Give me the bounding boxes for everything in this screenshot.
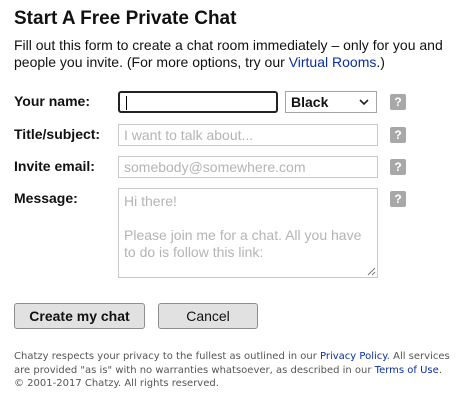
privacy-policy-link[interactable]: Privacy Policy — [320, 351, 387, 362]
resize-grip-icon[interactable] — [366, 266, 376, 276]
intro-paragraph: Fill out this form to create a chat room… — [14, 37, 454, 71]
invite-help-icon[interactable]: ? — [390, 159, 406, 175]
chevron-down-icon — [359, 99, 369, 106]
page-title: Start A Free Private Chat — [14, 8, 237, 29]
invite-label: Invite email: — [14, 158, 95, 174]
intro-end: .) — [376, 54, 385, 70]
terms-of-use-link[interactable]: Terms of Use — [375, 365, 439, 376]
footer-text-1: Chatzy respects your privacy to the full… — [14, 351, 321, 362]
message-help-icon[interactable]: ? — [390, 191, 406, 207]
name-help-icon[interactable]: ? — [390, 94, 406, 110]
title-input[interactable]: I want to talk about... — [118, 124, 378, 146]
virtual-rooms-link[interactable]: Virtual Rooms — [289, 54, 377, 70]
invite-email-input[interactable]: somebody@somewhere.com — [118, 156, 378, 178]
message-placeholder-line1: Hi there! — [124, 193, 177, 209]
text-caret — [126, 96, 127, 110]
color-select[interactable]: Black — [285, 91, 377, 113]
title-label: Title/subject: — [14, 126, 101, 142]
name-label: Your name: — [14, 93, 90, 109]
name-input[interactable] — [118, 91, 278, 113]
color-select-value: Black — [291, 94, 329, 110]
create-chat-button[interactable]: Create my chat — [14, 303, 145, 329]
message-placeholder-line2: Please join me for a chat. All you have … — [124, 227, 362, 260]
title-help-icon[interactable]: ? — [390, 127, 406, 143]
cancel-button[interactable]: Cancel — [158, 303, 258, 329]
footer-legal: Chatzy respects your privacy to the full… — [14, 350, 454, 391]
message-textarea[interactable]: Hi there! Please join me for a chat. All… — [118, 188, 378, 278]
message-label: Message: — [14, 190, 78, 206]
